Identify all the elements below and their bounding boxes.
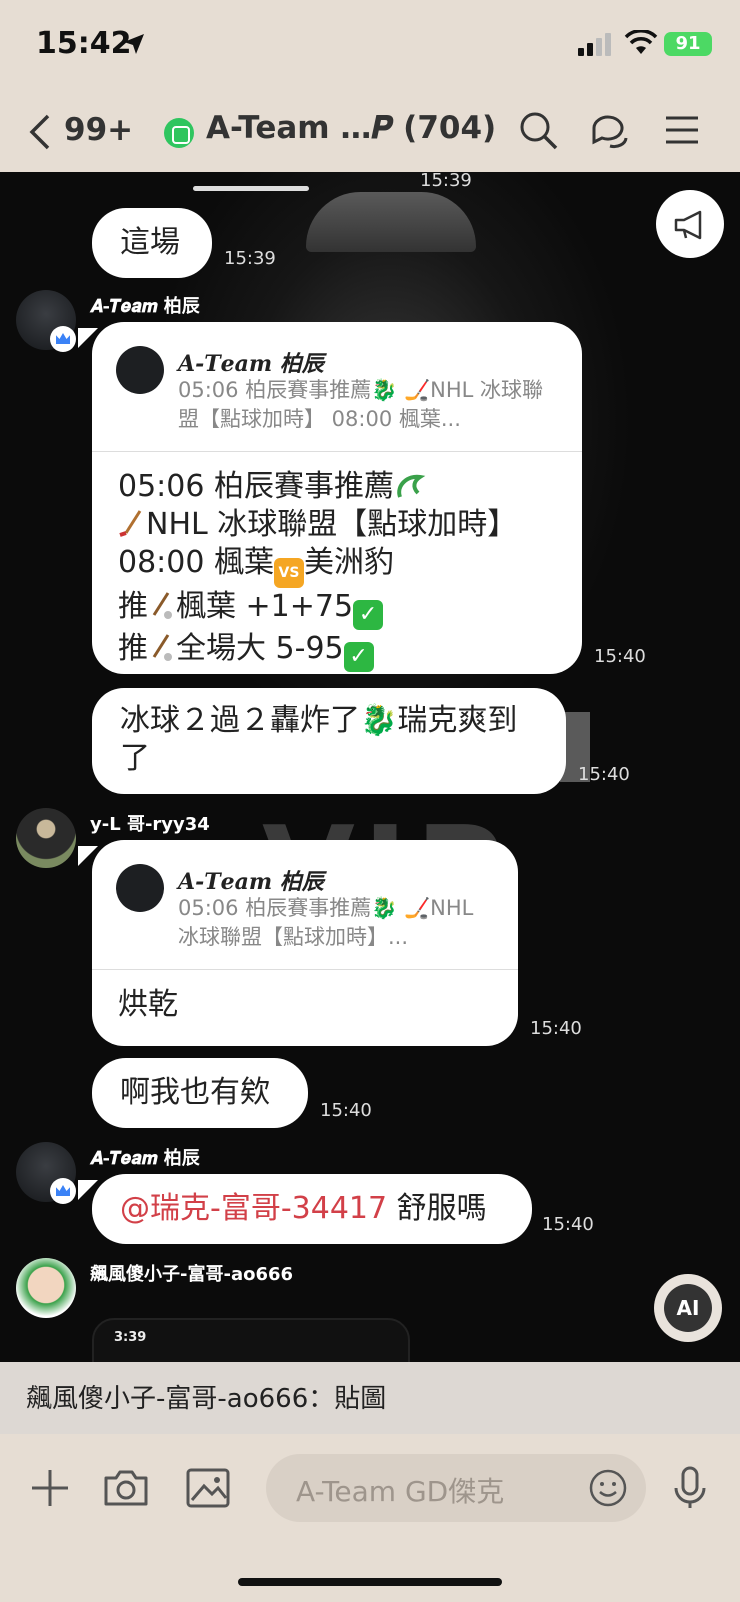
message-line: 推 bbox=[118, 631, 148, 666]
message-line: 08:00 楓葉 bbox=[118, 545, 274, 580]
message-text-rest: 舒服嗎 bbox=[387, 1191, 487, 1226]
location-arrow-icon bbox=[124, 34, 144, 54]
signal-icon bbox=[578, 33, 611, 56]
message-text: 冰球２過２轟炸了🐉瑞克爽到了 bbox=[120, 703, 518, 776]
message-line: 全場大 5-95 bbox=[176, 631, 344, 666]
check-mark-emoji-icon: ✓ bbox=[343, 642, 374, 672]
message-time: 15:40 bbox=[578, 764, 630, 785]
message-text: 啊我也有欸 bbox=[120, 1075, 270, 1110]
sender-name[interactable]: 𝑨-𝑻𝒆𝒂𝒎 柏辰 bbox=[90, 1144, 200, 1170]
message-body: 烘乾 bbox=[118, 987, 178, 1022]
emoji-icon[interactable] bbox=[588, 1468, 628, 1508]
chat-title[interactable]: A-Team …𝑷 (704) bbox=[206, 110, 496, 147]
message-body: 05:06 柏辰賽事推薦 NHL 冰球聯盟【點球加時】 08:00 楓葉 VS 美洲… bbox=[92, 452, 582, 692]
avatar[interactable] bbox=[16, 808, 76, 868]
message-line: NHL 冰球聯盟【點球加時】 bbox=[146, 507, 518, 542]
reply-message-bubble[interactable]: 𝑨-𝑻𝒆𝒂𝒎 柏辰 05:06 柏辰賽事推薦🐉 🏒NHL 冰球聯盟【點球加時】.… bbox=[92, 840, 518, 1046]
message-time: 15:40 bbox=[320, 1100, 372, 1121]
message-bubble[interactable]: 冰球２過２轟炸了🐉瑞克爽到了 bbox=[92, 688, 566, 794]
plus-icon[interactable] bbox=[26, 1464, 74, 1512]
message-line: 美洲豹 bbox=[304, 545, 394, 580]
notice-text: 飆風傻小子-富哥-ao666：貼圖 bbox=[26, 1384, 387, 1414]
thumbnail-time: 3:39 bbox=[114, 1330, 147, 1345]
new-message-notice[interactable]: 飆風傻小子-富哥-ao666：貼圖 bbox=[0, 1362, 740, 1434]
quoted-message[interactable]: 𝑨-𝑻𝒆𝒂𝒎 柏辰 05:06 柏辰賽事推薦🐉 🏒NHL 冰球聯盟【點球加時】.… bbox=[92, 840, 518, 970]
message-time: 15:40 bbox=[530, 1018, 582, 1039]
sender-name[interactable]: 𝑨-𝑻𝒆𝒂𝒎 柏辰 bbox=[90, 292, 200, 318]
message-line: 推 bbox=[118, 589, 148, 624]
ai-label: AI bbox=[664, 1284, 712, 1332]
home-indicator bbox=[238, 1578, 502, 1586]
message-time: 15:39 bbox=[224, 248, 276, 269]
quoted-preview: 05:06 柏辰賽事推薦🐉 🏒NHL 冰球聯盟【點球加時】 08:00 楓葉..… bbox=[178, 378, 544, 431]
crown-badge-icon bbox=[50, 1178, 76, 1204]
mention-link[interactable]: @瑞克-富哥-34417 bbox=[120, 1191, 387, 1226]
avatar[interactable] bbox=[16, 1258, 76, 1318]
back-icon[interactable] bbox=[28, 112, 52, 152]
hockey-emoji-icon bbox=[148, 633, 176, 663]
quoted-sender: 𝑨-𝑻𝒆𝒂𝒎 柏辰 bbox=[178, 869, 324, 895]
battery-indicator: 91 bbox=[664, 32, 712, 56]
sticker-image[interactable]: 3:39 bbox=[92, 1318, 410, 1362]
background-lamp bbox=[306, 192, 476, 252]
check-mark-emoji-icon: ✓ bbox=[353, 600, 384, 630]
menu-icon[interactable] bbox=[660, 108, 704, 152]
quoted-sender: 𝑨-𝑻𝒆𝒂𝒎 柏辰 bbox=[178, 351, 324, 377]
quoted-message[interactable]: 𝑨-𝑻𝒆𝒂𝒎 柏辰 05:06 柏辰賽事推薦🐉 🏒NHL 冰球聯盟【點球加時】 … bbox=[92, 322, 582, 452]
message-time: 15:40 bbox=[594, 646, 646, 667]
announcement-button[interactable] bbox=[656, 190, 724, 258]
message-text: 這場 bbox=[120, 225, 180, 260]
sender-name[interactable]: y-L 哥-ryy34 bbox=[90, 810, 210, 836]
hockey-emoji-icon bbox=[148, 591, 176, 621]
camera-icon[interactable] bbox=[102, 1464, 150, 1512]
chat-area[interactable]: VIP 15:39 這場 15:39 𝑨-𝑻𝒆𝒂𝒎 柏辰 𝑨-𝑻𝒆𝒂𝒎 柏辰 0… bbox=[0, 172, 740, 1362]
input-placeholder: A-Team GD傑克 bbox=[296, 1475, 505, 1508]
sender-name[interactable]: 飆風傻小子-富哥-ao666 bbox=[90, 1260, 293, 1286]
message-line: 05:06 柏辰賽事推薦 bbox=[118, 469, 394, 504]
message-bubble[interactable]: @瑞克-富哥-34417 舒服嗎 bbox=[92, 1174, 532, 1244]
message-bubble[interactable]: 啊我也有欸 bbox=[92, 1058, 308, 1128]
reply-message-bubble[interactable]: 𝑨-𝑻𝒆𝒂𝒎 柏辰 05:06 柏辰賽事推薦🐉 🏒NHL 冰球聯盟【點球加時】 … bbox=[92, 322, 582, 674]
wifi-icon bbox=[624, 30, 658, 54]
dragon-emoji-icon bbox=[394, 471, 426, 501]
top-bar: 15:42 91 99+ A-Team …𝑷 (704) bbox=[0, 0, 740, 172]
input-bar: A-Team GD傑克 bbox=[0, 1434, 740, 1602]
quoted-preview: 05:06 柏辰賽事推薦🐉 🏒NHL 冰球聯盟【點球加時】... bbox=[178, 896, 474, 949]
ai-button[interactable]: AI bbox=[654, 1274, 722, 1342]
quoted-avatar bbox=[116, 864, 164, 912]
microphone-icon[interactable] bbox=[666, 1464, 714, 1512]
group-icon bbox=[164, 118, 194, 148]
message-text: @瑞克-富哥-34417 舒服嗎 bbox=[120, 1190, 487, 1228]
scroll-indicator bbox=[193, 186, 309, 191]
image-icon[interactable] bbox=[184, 1464, 232, 1512]
megaphone-icon bbox=[674, 210, 702, 240]
vs-emoji-icon: VS bbox=[274, 558, 304, 588]
message-time: 15:40 bbox=[542, 1214, 594, 1235]
message-input[interactable]: A-Team GD傑克 bbox=[266, 1454, 646, 1522]
unread-count[interactable]: 99+ bbox=[64, 112, 133, 148]
status-time: 15:42 bbox=[36, 26, 132, 61]
quoted-avatar bbox=[116, 346, 164, 394]
message-bubble[interactable]: 這場 bbox=[92, 208, 212, 278]
hockey-stick-emoji-icon bbox=[118, 509, 146, 539]
search-icon[interactable] bbox=[516, 108, 560, 152]
crown-badge-icon bbox=[50, 326, 76, 352]
chat-header: 99+ A-Team …𝑷 (704) bbox=[0, 100, 740, 164]
timestamp: 15:39 bbox=[420, 172, 472, 191]
message-line: 楓葉 +1+75 bbox=[176, 589, 354, 624]
chat-bubbles-icon[interactable] bbox=[588, 108, 632, 152]
